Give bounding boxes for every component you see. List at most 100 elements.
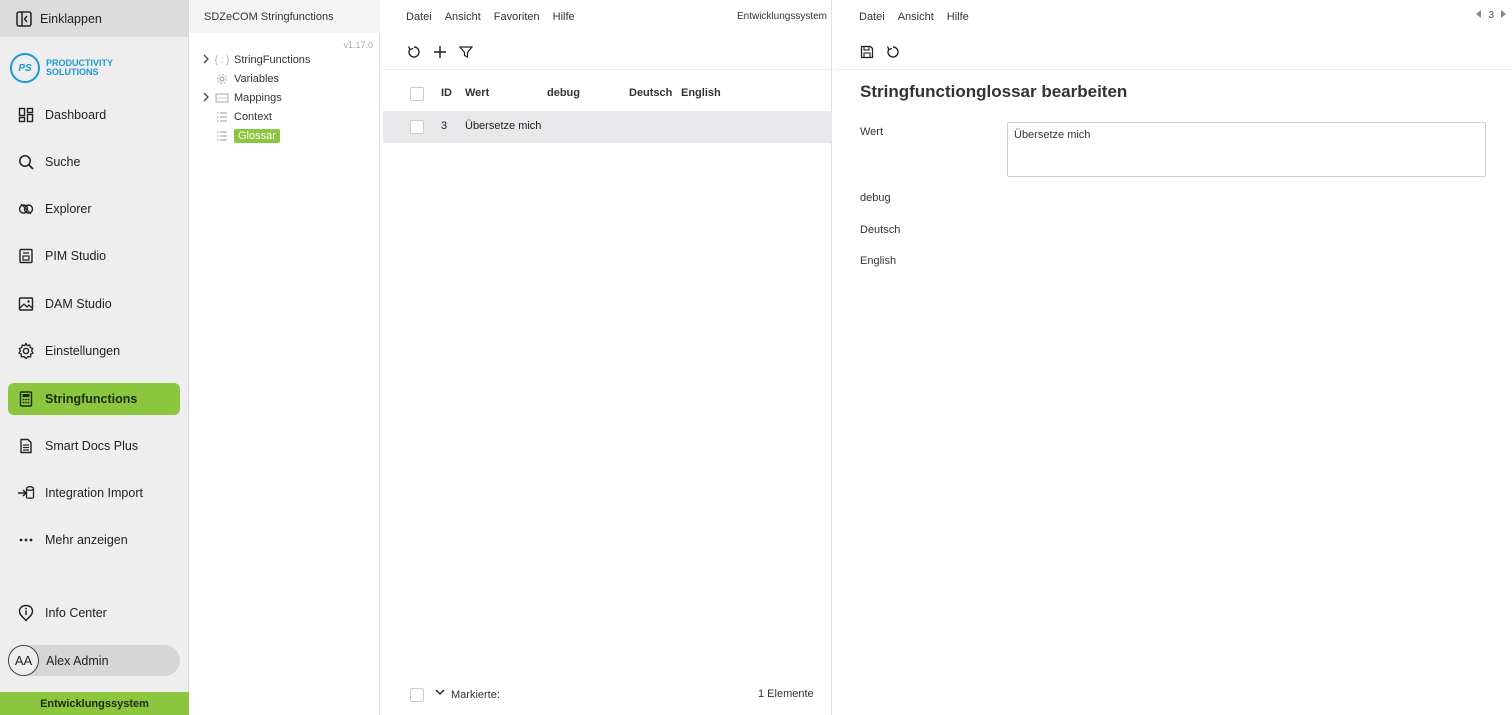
tree-item-glossar[interactable]: Glossar [214,128,280,144]
column-header-debug[interactable]: debug [547,87,580,99]
divider [834,69,1512,70]
nav-label: Stringfunctions [45,392,138,406]
menu-hilfe[interactable]: Hilfe [553,11,575,23]
pim-icon [14,244,38,268]
column-header-id[interactable]: ID [441,87,452,99]
tree-title: SDZeCOM Stringfunctions [204,11,334,23]
reset-button[interactable] [880,39,906,65]
tree-label: Mappings [234,92,282,104]
image-icon [14,292,38,316]
nav-label: Smart Docs Plus [45,439,139,453]
tree-item-context[interactable]: Context [214,109,272,125]
tree-panel: SDZeCOM Stringfunctions v1.17.0 { : } St… [190,0,380,715]
more-icon [14,528,38,552]
cell-wert: Übersetze mich [465,120,542,132]
gear-icon [214,72,230,86]
main-navigation: Einklappen PS PRODUCTIVITY SOLUTIONS Das… [0,0,189,715]
tree-label: Glossar [234,129,280,143]
filter-icon [459,46,473,58]
tree-label: StringFunctions [234,54,311,66]
nav-item-integration-import[interactable]: Integration Import [8,477,180,509]
column-header-english[interactable]: English [681,87,721,99]
caret-right-icon[interactable] [1500,10,1506,21]
marked-label: Markierte: [451,689,500,701]
user-menu[interactable]: AA Alex Admin [8,645,180,676]
list-toolbar [401,36,479,68]
nav-label: Explorer [45,202,92,216]
tree-item-variables[interactable]: Variables [214,71,279,87]
add-button[interactable] [427,39,453,65]
logo-mark: PS [10,53,40,83]
list-panel: Datei Ansicht Favoriten Hilfe Entwicklun… [383,0,832,715]
list-menubar: Datei Ansicht Favoriten Hilfe [406,0,588,33]
nav-item-pim-studio[interactable]: PIM Studio [8,240,180,272]
divider [383,69,832,70]
column-header-wert[interactable]: Wert [465,87,489,99]
nav-label: Mehr anzeigen [45,533,128,547]
nav-item-explorer[interactable]: Explorer [8,193,180,225]
calculator-icon [14,387,38,411]
table-row[interactable]: 3 Übersetze mich [383,111,832,143]
select-all-checkbox[interactable] [410,87,424,101]
avatar: AA [8,645,39,676]
nav-label: DAM Studio [45,297,112,311]
nav-item-mehr-anzeigen[interactable]: Mehr anzeigen [8,524,180,556]
collapse-label: Einklappen [40,11,102,26]
row-checkbox[interactable] [410,120,424,134]
chevron-right-icon[interactable] [202,54,214,67]
field-label-deutsch: Deutsch [860,224,901,236]
menu-datei[interactable]: Datei [406,11,432,23]
nav-item-stringfunctions[interactable]: Stringfunctions [8,383,180,415]
info-icon [14,601,38,625]
gear-icon [14,339,38,363]
menu-datei[interactable]: Datei [859,11,885,23]
nav-item-info-center[interactable]: Info Center [8,597,180,629]
nav-label: Einstellungen [45,344,121,358]
footer-select-checkbox[interactable] [410,688,424,702]
refresh-icon [407,46,420,58]
menu-hilfe[interactable]: Hilfe [947,11,969,23]
nav-item-dashboard[interactable]: Dashboard [8,99,180,131]
mapping-icon [214,91,230,105]
column-header-deutsch[interactable]: Deutsch [629,87,672,99]
collapse-sidebar-icon [14,9,34,29]
pager: 3 [1476,10,1506,21]
nav-item-suche[interactable]: Suche [8,146,180,178]
nav-item-dam-studio[interactable]: DAM Studio [8,288,180,320]
chevron-down-icon[interactable] [435,687,445,700]
explorer-icon [14,197,38,221]
cell-id: 3 [441,120,448,132]
list-icon [214,110,230,124]
version-label: v1.17.0 [343,40,373,50]
save-button[interactable] [854,39,880,65]
menu-ansicht[interactable]: Ansicht [445,11,481,23]
menu-favoriten[interactable]: Favoriten [494,11,540,23]
save-icon [860,45,874,59]
nav-item-smart-docs-plus[interactable]: Smart Docs Plus [8,430,180,462]
chevron-right-icon[interactable] [202,92,214,105]
list-footer: Markierte: 1 Elemente [383,682,832,708]
company-logo: PS PRODUCTIVITY SOLUTIONS [10,53,113,83]
detail-menubar: Datei Ansicht Hilfe [859,0,982,33]
braces-icon: { : } [214,54,230,66]
list-icon [214,129,230,143]
menu-ansicht[interactable]: Ansicht [898,11,934,23]
tree-item-mappings[interactable]: Mappings [202,90,282,106]
collapse-button[interactable]: Einklappen [0,0,189,37]
plus-icon [434,46,446,58]
wert-field[interactable]: Übersetze mich [1007,122,1486,177]
page-title: Stringfunctionglossar bearbeiten [860,82,1128,101]
user-name: Alex Admin [46,653,109,668]
field-label-debug: debug [860,192,891,204]
table-header: ID Wert debug Deutsch English [383,82,832,106]
nav-item-einstellungen[interactable]: Einstellungen [8,335,180,367]
tree-label: Variables [234,73,280,85]
tree-item-stringfunctions[interactable]: { : } StringFunctions [202,52,310,68]
search-icon [14,150,38,174]
refresh-button[interactable] [401,39,427,65]
caret-left-icon[interactable] [1476,10,1482,21]
nav-label: PIM Studio [45,249,107,263]
filter-button[interactable] [453,39,479,65]
item-count: 1 Elemente [758,688,814,700]
dashboard-icon [14,103,38,127]
